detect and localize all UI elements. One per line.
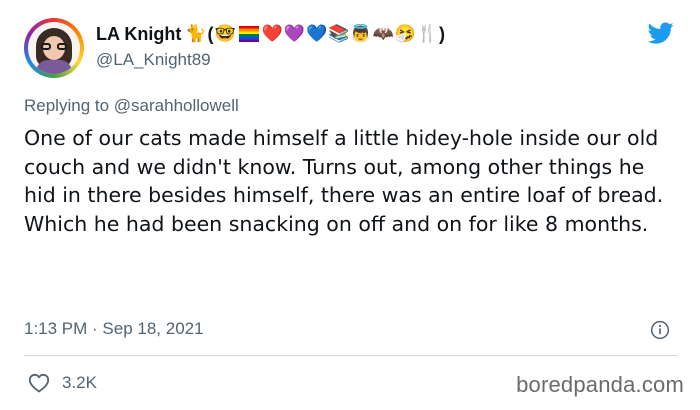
red-heart-emoji: ❤️ [261,24,283,44]
avatar[interactable] [24,18,84,78]
author-display-name[interactable]: LA Knight [96,24,181,45]
paren-close: ) [439,24,446,44]
heart-icon[interactable] [26,371,52,395]
purple-heart-emoji: 💜 [283,24,305,44]
reply-context: Replying to @sarahhollowell [24,96,239,116]
author-name-emojis: 🐈 ( 🤓 ❤️ 💜 💙 📚 👼 🦇 🤧 🍴 ) [185,24,445,44]
info-icon[interactable] [650,320,670,340]
avatar-image [28,22,80,74]
twitter-bird-icon[interactable] [646,20,676,46]
like-count: 3.2K [62,373,97,392]
nerd-face-emoji: 🤓 [214,24,236,44]
books-emoji: 📚 [328,24,350,44]
author-name-row[interactable]: LA Knight 🐈 ( 🤓 ❤️ 💜 💙 📚 👼 🦇 🤧 🍴 ) [96,22,445,46]
fork-emoji: 🍴 [416,24,439,44]
tweet-timestamp[interactable]: 1:13 PM · Sep 18, 2021 [24,319,204,339]
cat-emoji: 🐈 [185,24,207,44]
rainbow-flag-emoji [238,26,259,42]
blue-heart-emoji: 💙 [306,24,328,44]
reply-prefix: Replying to [24,96,110,115]
divider [24,355,678,356]
paren-open: ( [207,24,214,44]
bat-emoji: 🦇 [372,24,394,44]
author-handle[interactable]: @LA_Knight89 [96,50,211,70]
like-button[interactable]: 3.2K [26,371,97,395]
tweet-card: LA Knight 🐈 ( 🤓 ❤️ 💜 💙 📚 👼 🦇 🤧 🍴 ) @LA_K… [0,0,700,410]
reply-mention-link[interactable]: @sarahhollowell [114,96,239,115]
tweet-text: One of our cats made himself a little hi… [24,126,664,236]
angel-emoji: 👼 [350,24,372,44]
watermark: boredpanda.com [516,372,684,397]
sneezing-face-emoji: 🤧 [394,24,416,44]
